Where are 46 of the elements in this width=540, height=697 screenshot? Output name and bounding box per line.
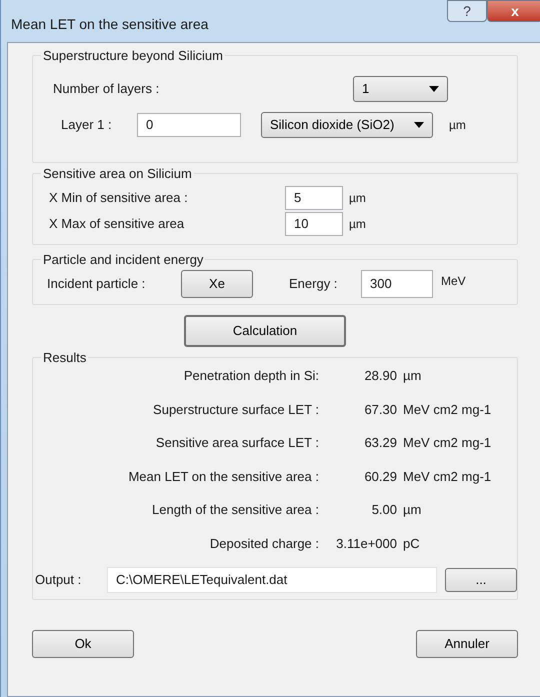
result-value: 67.30: [363, 400, 397, 418]
result-label: Superstructure surface LET :: [152, 400, 319, 419]
unit-label: pC: [403, 534, 421, 553]
result-value: 60.29: [363, 468, 397, 486]
result-value: 28.90: [363, 367, 397, 385]
field-label: Number of layers :: [53, 80, 160, 98]
browse-button[interactable]: ...: [445, 568, 517, 592]
result-value: 3.11e+000: [335, 534, 397, 552]
input-field[interactable]: 5: [285, 186, 343, 210]
field-label: Incident particle :: [47, 275, 146, 294]
unit-label: MeV cm2 mg-1: [403, 400, 492, 419]
cancel-button[interactable]: Annuler: [416, 630, 518, 658]
caret-icon: [414, 122, 424, 128]
unit-label: µm: [449, 117, 466, 134]
field-label: Output :: [35, 571, 82, 590]
window-title: Mean LET on the sensitive area: [11, 15, 208, 34]
calculation-button[interactable]: Calculation: [184, 315, 346, 347]
result-label: Penetration depth in Si:: [182, 367, 319, 385]
result-value: 5.00: [370, 501, 397, 519]
particle-button[interactable]: Xe: [181, 270, 253, 298]
input-field[interactable]: 300: [361, 270, 433, 298]
close-button[interactable]: x: [487, 0, 540, 22]
input-field[interactable]: 10: [285, 212, 343, 236]
unit-label: µm: [349, 216, 366, 233]
dropdown[interactable]: Silicon dioxide (SiO2): [261, 112, 433, 138]
input-field[interactable]: C:\OMERE\LETequivalent.dat: [107, 567, 437, 593]
field-label: Layer 1 :: [61, 116, 113, 134]
caret-icon: [429, 86, 439, 92]
ok-button[interactable]: Ok: [32, 630, 134, 658]
field-label: X Max of sensitive area: [49, 215, 186, 234]
field-label: Energy :: [289, 275, 338, 294]
input-field[interactable]: 0: [137, 113, 241, 137]
unit-label: MeV cm2 mg-1: [403, 434, 492, 452]
dropdown[interactable]: 1: [353, 76, 448, 102]
unit-label: MeV cm2 mg-1: [403, 468, 492, 486]
field-label: X Min of sensitive area :: [49, 189, 189, 208]
result-value: 63.29: [363, 434, 397, 452]
result-label: Mean LET on the sensitive area :: [127, 468, 319, 486]
unit-label: µm: [349, 190, 366, 207]
result-label: Sensitive area surface LET :: [154, 434, 319, 452]
unit-label: µm: [403, 367, 422, 385]
result-label: Length of the sensitive area :: [151, 501, 319, 519]
result-label: Deposited charge :: [208, 534, 319, 553]
help-button[interactable]: ?: [447, 0, 487, 22]
unit-label: µm: [403, 501, 422, 519]
unit-label: MeV: [441, 273, 466, 290]
